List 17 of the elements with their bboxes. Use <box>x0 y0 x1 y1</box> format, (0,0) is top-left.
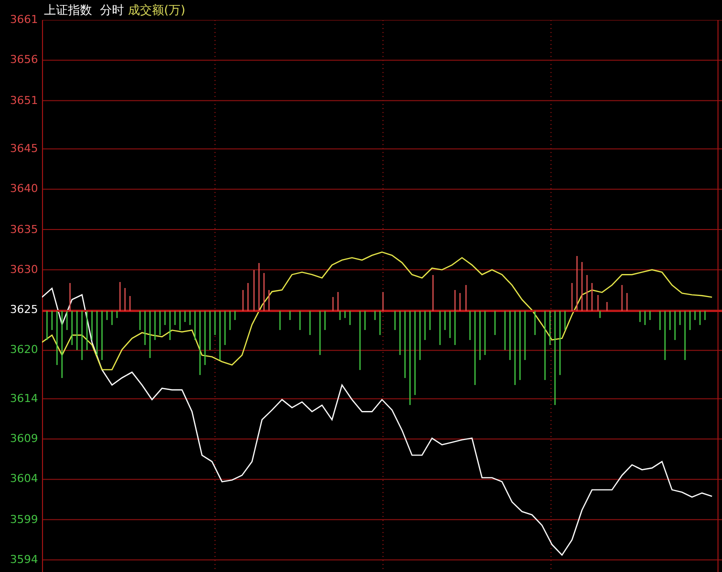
y-axis-label: 3609 <box>10 432 38 446</box>
mode-label: 分时 <box>100 2 124 19</box>
y-axis-label: 3594 <box>10 552 38 567</box>
y-axis-label: 3599 <box>10 512 38 527</box>
indicator-label: 成交额(万) <box>128 2 186 19</box>
y-axis-label: 3604 <box>10 472 38 486</box>
index-title: 上证指数 <box>44 2 92 19</box>
y-axis-label: 3645 <box>10 142 38 156</box>
y-axis-label: 3614 <box>10 392 38 406</box>
y-axis-label: 3656 <box>10 53 38 68</box>
y-axis-label: 3661 <box>10 13 38 27</box>
y-axis-label: 3625 <box>10 303 38 318</box>
y-axis-label: 3651 <box>10 94 38 108</box>
y-axis-label: 3640 <box>10 182 38 196</box>
y-axis-label: 3630 <box>10 262 38 277</box>
y-axis-label: 3635 <box>10 222 38 237</box>
y-axis-label: 3620 <box>10 343 38 358</box>
